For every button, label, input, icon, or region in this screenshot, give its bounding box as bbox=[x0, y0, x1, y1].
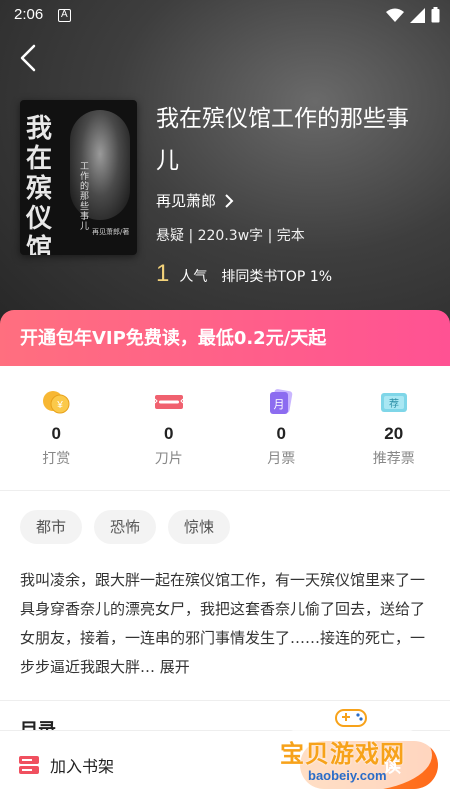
stat-value: 0 bbox=[51, 424, 61, 443]
cover-illustration bbox=[70, 110, 130, 220]
gamepad-icon bbox=[335, 709, 367, 727]
stat-recommend-ticket[interactable]: 荐 20 推荐票 bbox=[338, 378, 450, 478]
svg-text:荐: 荐 bbox=[389, 398, 399, 410]
coin-icon: ¥ bbox=[43, 391, 70, 414]
stat-monthly-ticket[interactable]: 月 0 月票 bbox=[225, 378, 338, 478]
stats-row: ¥ 0 打赏 0 刀片 月 0 月票 荐 20 推荐票 bbox=[0, 378, 450, 478]
watermark-url: baobeiy.com bbox=[308, 768, 387, 783]
tag-chip[interactable]: 惊悚 bbox=[168, 510, 231, 544]
rank-text: 排同类书TOP 1% bbox=[221, 269, 333, 285]
watermark: 宝贝游戏网 baobeiy.com bbox=[272, 700, 450, 800]
notification-a-icon: A bbox=[58, 9, 71, 22]
svg-text:¥: ¥ bbox=[56, 400, 63, 411]
recommend-ticket-icon: 荐 bbox=[380, 393, 407, 412]
book-cover[interactable]: 我在殡仪馆 工作的那些事儿 再见萧郎/著 bbox=[20, 100, 137, 255]
status-time: 2:06 bbox=[14, 6, 44, 23]
divider bbox=[0, 490, 450, 491]
battery-icon bbox=[431, 7, 440, 23]
author-link[interactable]: 再见萧郎 bbox=[156, 190, 234, 211]
cover-title: 我在殡仪馆 bbox=[26, 114, 53, 255]
stat-value: 0 bbox=[164, 424, 174, 443]
chevron-right-icon bbox=[225, 193, 234, 208]
book-description: 我叫凌余，跟大胖一起在殡仪馆工作，有一天殡仪馆里来了一具身穿香奈儿的漂亮女尸，我… bbox=[20, 566, 430, 682]
tag-chip[interactable]: 都市 bbox=[20, 510, 83, 544]
book-header: 2:06 A 我在殡仪馆 工作的那些事儿 再见萧郎/著 我在殡仪馆工作的那些事儿… bbox=[0, 0, 450, 340]
stat-label: 打赏 bbox=[42, 451, 71, 467]
book-title: 我在殡仪馆工作的那些事儿 bbox=[156, 106, 409, 174]
cover-author: 再见萧郎/著 bbox=[92, 228, 130, 236]
signal-icon bbox=[410, 7, 425, 23]
add-to-shelf-button[interactable]: 加入书架 bbox=[18, 753, 114, 777]
vip-banner-text: 开通包年VIP免费读，最低0.2元/天起 bbox=[20, 328, 327, 349]
stat-value: 0 bbox=[276, 424, 286, 443]
stat-value: 20 bbox=[384, 424, 404, 443]
popularity-value: 1 bbox=[156, 260, 170, 287]
watermark-text: 宝贝游戏网 bbox=[280, 740, 405, 768]
wifi-icon bbox=[386, 8, 404, 22]
stat-blade[interactable]: 0 刀片 bbox=[113, 378, 226, 478]
cover-subtitle: 工作的那些事儿 bbox=[80, 162, 90, 232]
monthly-ticket-icon: 月 bbox=[270, 389, 293, 414]
svg-text:月: 月 bbox=[274, 398, 285, 411]
tag-chip[interactable]: 恐怖 bbox=[94, 510, 157, 544]
add-to-shelf-label: 加入书架 bbox=[50, 757, 115, 776]
expand-link[interactable]: 展开 bbox=[160, 658, 190, 676]
author-name: 再见萧郎 bbox=[156, 192, 217, 210]
stat-label: 月票 bbox=[267, 451, 296, 467]
description-text: 我叫凌余，跟大胖一起在殡仪馆工作，有一天殡仪馆里来了一具身穿香奈儿的漂亮女尸，我… bbox=[20, 571, 426, 676]
stat-reward[interactable]: ¥ 0 打赏 bbox=[0, 378, 113, 478]
tag-list: 都市 恐怖 惊悚 bbox=[20, 510, 231, 544]
status-bar: 2:06 A bbox=[0, 0, 450, 32]
blade-icon bbox=[154, 395, 184, 409]
stat-label: 推荐票 bbox=[372, 451, 415, 467]
popularity-row: 1 人气 排同类书TOP 1% bbox=[156, 260, 332, 288]
bookshelf-icon bbox=[19, 756, 39, 774]
popularity-label: 人气 bbox=[179, 269, 208, 285]
book-meta: 悬疑 | 220.3w字 | 完本 bbox=[156, 228, 305, 244]
catalog-heading: 目录 bbox=[20, 716, 56, 730]
vip-banner[interactable]: 开通包年VIP免费读，最低0.2元/天起 bbox=[0, 310, 450, 366]
stat-label: 刀片 bbox=[154, 451, 183, 467]
back-icon[interactable] bbox=[14, 42, 46, 74]
